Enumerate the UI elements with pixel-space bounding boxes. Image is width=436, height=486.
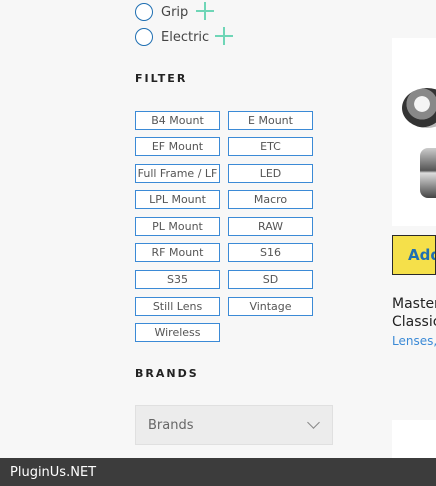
filter-tag[interactable]: Vintage: [228, 297, 313, 316]
category-item-electric[interactable]: Electric: [135, 28, 209, 46]
product-image-lens: [402, 88, 436, 128]
brands-title: BRANDS: [135, 367, 199, 380]
filter-tag[interactable]: Macro: [228, 190, 313, 209]
add-to-cart-button[interactable]: Add: [392, 235, 436, 275]
filter-tag[interactable]: LED: [228, 164, 313, 183]
category-label: Grip: [161, 4, 189, 20]
filter-tag[interactable]: S16: [228, 243, 313, 262]
footer-bar: PluginUs.NET: [0, 458, 436, 486]
chevron-down-icon: [307, 416, 320, 429]
filter-tag[interactable]: S35: [135, 270, 220, 289]
filter-tag[interactable]: ETC: [228, 137, 313, 156]
filter-tag[interactable]: Wireless: [135, 323, 220, 342]
filter-tag[interactable]: B4 Mount: [135, 111, 220, 130]
filter-tag[interactable]: Still Lens: [135, 297, 220, 316]
filter-tag[interactable]: RF Mount: [135, 243, 220, 262]
filter-tag[interactable]: RAW: [228, 217, 313, 236]
filter-tag[interactable]: Full Frame / LF: [135, 164, 220, 183]
brands-dropdown-value: Brands: [148, 417, 194, 433]
filter-tag[interactable]: PL Mount: [135, 217, 220, 236]
filter-tag[interactable]: LPL Mount: [135, 190, 220, 209]
filter-title: FILTER: [135, 72, 188, 85]
product-title[interactable]: Master Classic: [392, 295, 436, 331]
category-item-grip[interactable]: Grip: [135, 3, 188, 21]
filter-tag[interactable]: SD: [228, 270, 313, 289]
product-card[interactable]: [392, 38, 436, 226]
filter-tag[interactable]: E Mount: [228, 111, 313, 130]
product-category-link[interactable]: Lenses,: [392, 334, 436, 348]
radio-button[interactable]: [135, 28, 153, 46]
product-card[interactable]: [392, 420, 436, 460]
footer-brand[interactable]: PluginUs.NET: [10, 465, 96, 480]
brands-dropdown[interactable]: Brands: [135, 405, 333, 445]
plus-icon[interactable]: [196, 2, 214, 20]
product-image-lens-body: [420, 148, 436, 198]
plus-icon[interactable]: [215, 27, 233, 45]
product-title-line1: Master: [392, 296, 436, 312]
product-title-line2: Classic: [392, 314, 436, 330]
category-label: Electric: [161, 29, 210, 45]
radio-button[interactable]: [135, 3, 153, 21]
filter-tag[interactable]: EF Mount: [135, 137, 220, 156]
